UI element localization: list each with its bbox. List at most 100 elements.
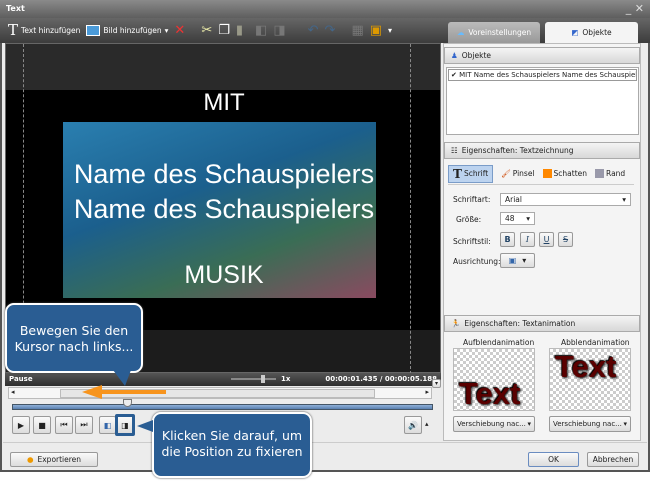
volume-dropdown-icon[interactable]: ▴: [425, 420, 429, 428]
add-text-button[interactable]: T Text hinzufügen: [8, 23, 80, 38]
presets-icon: ☁: [456, 28, 465, 37]
fade-out-select[interactable]: Verschiebung nac... ▾: [549, 416, 631, 432]
dropdown-icon: ▾: [164, 26, 169, 35]
text-properties-label: Eigenschaften: Textzeichnung: [461, 146, 574, 155]
window-title: Text: [6, 4, 25, 13]
tab-shadow-label: Schatten: [553, 169, 588, 178]
tab-brush[interactable]: 🖌 Pinsel: [501, 169, 534, 178]
ok-button[interactable]: OK: [528, 452, 579, 467]
marker-end-icon: ◨: [121, 420, 129, 430]
size-select[interactable]: 48 ▾: [500, 212, 535, 225]
brush-icon: 🖌: [501, 169, 511, 178]
callout-pointer: [113, 370, 131, 386]
tab-objects[interactable]: ◩ Objekte: [545, 22, 638, 43]
fix-position-callout-text: Klicken Sie darauf, um die Position zu f…: [161, 428, 303, 459]
window-controls[interactable]: _ ✕: [626, 2, 644, 15]
paste-icon[interactable]: ▮: [236, 24, 243, 37]
add-image-button[interactable]: Bild hinzufügen ▾: [86, 25, 168, 36]
previous-button[interactable]: ⏮: [55, 416, 73, 434]
bold-button[interactable]: B: [500, 232, 515, 247]
fix-position-button[interactable]: ◨: [115, 414, 135, 436]
tab-brush-label: Pinsel: [512, 169, 535, 178]
redo-icon[interactable]: ↷: [325, 24, 336, 37]
play-icon: ▶: [17, 420, 25, 430]
scroll-right-icon[interactable]: ▸: [425, 388, 429, 396]
objects-icon: ◩: [571, 28, 579, 37]
cancel-label: Abbrechen: [592, 455, 634, 464]
border-icon: [595, 169, 605, 178]
bring-forward-icon[interactable]: ◧: [255, 24, 267, 37]
font-label: Schriftart:: [453, 195, 491, 204]
time-display: 00:00:01.435 / 00:00:05.188: [325, 375, 437, 383]
tab-presets[interactable]: ☁ Voreinstellungen: [448, 22, 540, 43]
animation-properties-header: 🏃 Eigenschaften: Textanimation: [444, 315, 640, 332]
dropdown-icon[interactable]: ▾: [388, 26, 392, 35]
checkbox-checked-icon[interactable]: ✔: [451, 71, 457, 79]
tab-objects-label: Objekte: [582, 28, 612, 37]
playback-status-bar: Pause 1x 00:00:01.435 / 00:00:05.188: [5, 373, 441, 386]
volume-button[interactable]: 🔊: [404, 416, 422, 434]
chevron-down-icon: ▾: [522, 256, 527, 265]
alignment-label: Ausrichtung:: [453, 257, 501, 266]
undo-icon[interactable]: ↶: [308, 24, 319, 37]
animation-properties-label: Eigenschaften: Textanimation: [464, 319, 576, 328]
preview-text-line[interactable]: Name des Schauspielers: [6, 159, 442, 190]
font-value: Arial: [505, 195, 522, 204]
monitor-icon[interactable]: ▣: [370, 24, 382, 37]
ok-label: OK: [548, 455, 559, 464]
list-item[interactable]: ✔ MIT Name des Schauspielers Name des Sc…: [448, 69, 637, 81]
scroll-left-icon[interactable]: ◂: [11, 388, 15, 396]
fade-in-preview-text: Text: [459, 376, 521, 411]
size-value: 48: [505, 214, 515, 223]
fade-out-label: Abblendanimation: [561, 338, 630, 347]
move-cursor-callout: Bewegen Sie den Kursor nach links...: [5, 303, 143, 373]
title-bar: Text: [0, 0, 650, 18]
tab-border[interactable]: Rand: [595, 169, 625, 178]
callout-pointer: [137, 420, 153, 432]
objects-header-label: Objekte: [461, 51, 491, 60]
tab-font[interactable]: T Schrift: [448, 164, 494, 183]
add-image-label: Bild hinzufügen: [103, 26, 162, 35]
cancel-button[interactable]: Abbrechen: [587, 452, 639, 467]
font-select[interactable]: Arial ▾: [500, 193, 631, 206]
cut-icon[interactable]: ✂: [201, 24, 212, 37]
alignment-select[interactable]: ▣ ▾: [500, 253, 535, 268]
preview-text-line[interactable]: MIT: [6, 89, 442, 117]
play-button[interactable]: ▶: [12, 416, 30, 434]
preview-text-line[interactable]: Name des Schauspielers: [6, 194, 442, 225]
grid-icon[interactable]: ▦: [351, 24, 363, 37]
playback-state: Pause: [9, 375, 33, 383]
set-start-button[interactable]: ◧: [99, 416, 116, 434]
chevron-down-icon: ▾: [526, 214, 530, 223]
fix-position-callout: Klicken Sie darauf, um die Position zu f…: [152, 412, 312, 478]
tab-shadow[interactable]: Schatten: [542, 169, 588, 178]
next-button[interactable]: ⏭: [75, 416, 93, 434]
move-cursor-callout-text: Bewegen Sie den Kursor nach links...: [14, 323, 134, 354]
preview-text-line[interactable]: MUSIK: [6, 261, 442, 290]
skip-back-icon: ⏮: [60, 420, 68, 429]
timeline-track[interactable]: [12, 404, 433, 410]
copy-icon[interactable]: ❐: [218, 24, 230, 37]
horizontal-scrollbar[interactable]: ◂ ▸: [8, 387, 432, 399]
scroll-down-button[interactable]: ▾: [432, 379, 441, 388]
tab-border-label: Rand: [606, 169, 626, 178]
font-icon: T: [453, 166, 462, 181]
fade-out-preview-text: Text: [555, 349, 617, 384]
chevron-down-icon: ▾: [623, 420, 627, 428]
delete-icon[interactable]: ✕: [174, 24, 185, 37]
text-icon: T: [8, 21, 19, 39]
settings-icon: ☷: [451, 146, 458, 155]
strikethrough-button[interactable]: S: [558, 232, 573, 247]
underline-button[interactable]: U: [539, 232, 554, 247]
fade-in-select[interactable]: Verschiebung nac... ▾: [453, 416, 535, 432]
stop-icon: ■: [38, 420, 46, 430]
speed-slider-handle[interactable]: [261, 375, 265, 383]
italic-button[interactable]: I: [520, 232, 535, 247]
speed-slider[interactable]: [231, 378, 276, 380]
speaker-icon: 🔊: [408, 420, 418, 430]
stop-button[interactable]: ■: [33, 416, 51, 434]
send-backward-icon[interactable]: ◨: [273, 24, 285, 37]
size-label: Größe:: [456, 215, 482, 224]
export-button[interactable]: ● Exportieren: [10, 452, 98, 467]
tab-presets-label: Voreinstellungen: [468, 28, 532, 37]
